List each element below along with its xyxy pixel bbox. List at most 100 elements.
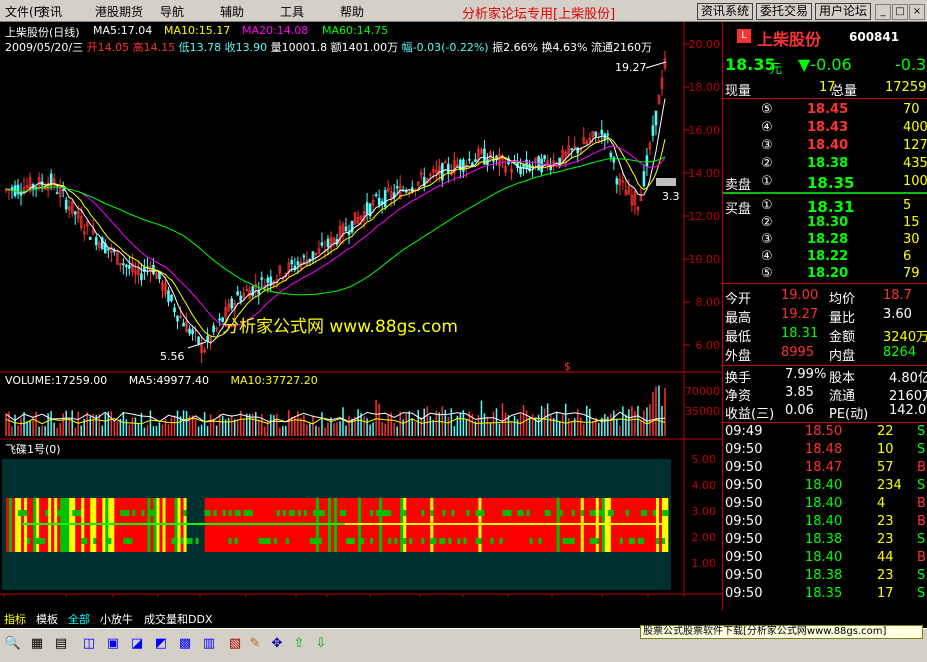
trade-button[interactable]: 委托交易 <box>756 3 813 20</box>
indicator-mark <box>478 538 482 544</box>
ask-row[interactable]: 卖盘 ① 18.35 100 <box>723 174 927 193</box>
minimize-button[interactable]: _ <box>875 4 891 20</box>
tick-price: 18.40 <box>805 478 843 493</box>
ma20-label: MA20:14.08 <box>242 24 309 37</box>
indicator-mark <box>565 538 569 544</box>
candle-body <box>73 211 77 215</box>
indicator-mark <box>421 510 425 516</box>
ma5-label: MA5:17.04 <box>93 24 153 37</box>
pencil-icon[interactable]: ✎ <box>244 633 266 655</box>
menu-help[interactable]: 帮助 <box>340 3 364 20</box>
calendar-icon[interactable]: ▧ <box>224 633 246 655</box>
table-icon[interactable]: ▤ <box>50 633 72 655</box>
indicator-mark <box>282 510 287 516</box>
ask-row[interactable]: ③ 18.40 127 <box>723 138 927 156</box>
high-marker-arrow <box>645 61 667 69</box>
restore-button[interactable]: □ <box>892 4 908 20</box>
candle-body <box>170 294 173 301</box>
stat-row: 收益(三) 0.06 PE(动) 142.0 <box>723 403 927 422</box>
ask-level: ⑤ <box>761 102 773 117</box>
indicator-mark <box>141 510 145 516</box>
indicator-mark <box>24 510 28 516</box>
price-axis-label: 10.00 <box>689 253 721 266</box>
menu-tools[interactable]: 工具 <box>280 3 304 20</box>
indicator-mark <box>421 538 425 544</box>
line-icon[interactable]: ◪ <box>126 633 148 655</box>
indicator-mark <box>631 538 636 544</box>
bar-date: 2009/05/20/三 <box>5 41 84 54</box>
arrow-up-icon[interactable]: ⇧ <box>288 633 310 655</box>
tab-volume-ddx[interactable]: 成交量和DDX <box>142 612 214 628</box>
tick-row: 09:50 18.40 234 S <box>723 478 927 496</box>
bid-price: 18.22 <box>807 249 849 264</box>
news-system-button[interactable]: 资讯系统 <box>697 3 754 20</box>
candle-body <box>522 164 525 168</box>
chart-icon[interactable]: ▦ <box>26 633 48 655</box>
bid-row[interactable]: ④ 18.22 6 <box>723 249 927 267</box>
bid-level: ① <box>761 198 773 213</box>
stat-label: 最低 <box>725 330 752 345</box>
indicator-mark <box>580 510 585 516</box>
indicator-mark <box>457 538 461 544</box>
menu-news[interactable]: 资讯 <box>38 3 62 20</box>
bid-row[interactable]: ② 18.30 15 <box>723 215 927 233</box>
candle-body <box>410 187 414 192</box>
bid-row[interactable]: 买盘 ① 18.31 5 <box>723 198 927 217</box>
indicator-mark <box>333 538 338 544</box>
rsi-icon[interactable]: ▣ <box>102 633 124 655</box>
bar-chart-icon[interactable]: ◫ <box>78 633 100 655</box>
candle-body <box>576 147 580 154</box>
indicator-mark <box>75 510 79 516</box>
bid-price: 18.28 <box>807 232 849 247</box>
tab-xiaofangniu[interactable]: 小放牛 <box>98 612 135 628</box>
close-button[interactable]: × <box>909 4 925 20</box>
compare-icon[interactable]: ◩ <box>150 633 172 655</box>
ask-price: 18.35 <box>807 174 855 192</box>
ask-row[interactable]: ② 18.38 435 <box>723 156 927 174</box>
indicator-mark <box>78 510 82 516</box>
ask-row[interactable]: ④ 18.43 400 <box>723 120 927 138</box>
indicator-mark <box>183 510 187 516</box>
bid-row[interactable]: ③ 18.28 30 <box>723 232 927 250</box>
indicator-mark <box>388 510 392 516</box>
ask-volume: 100 <box>903 174 927 189</box>
ask-price: 18.40 <box>807 138 849 153</box>
bid-row[interactable]: ⑤ 18.20 79 <box>723 266 927 284</box>
calc-icon[interactable]: ▥ <box>198 633 220 655</box>
arrow-down-icon[interactable]: ⇩ <box>310 633 332 655</box>
kline-chart[interactable]: 20.00 18.00 16.00 14.00 12.00 10.00 8.00 6.00 70… <box>0 22 722 597</box>
tab-template[interactable]: 模板 <box>34 612 60 628</box>
ask-level: ② <box>761 156 773 171</box>
indicator-mark <box>508 510 512 516</box>
ask-row[interactable]: ⑤ 18.45 70 <box>723 102 927 120</box>
candle-body <box>365 202 369 214</box>
grid-icon[interactable]: ▩ <box>174 633 196 655</box>
menu-hk-futures[interactable]: 港股期货 <box>95 3 143 20</box>
indicator-mark <box>466 510 470 516</box>
ad-banner[interactable]: 股票公式股票软件下载[分析家公式网www.88gs.com] <box>640 625 923 639</box>
tab-all[interactable]: 全部 <box>66 612 92 628</box>
indicator-mark <box>358 538 362 544</box>
tab-indicator[interactable]: 指标 <box>2 612 28 628</box>
menu-assist[interactable]: 辅助 <box>220 3 244 20</box>
menu-navigate[interactable]: 导航 <box>160 3 184 20</box>
tick-price: 18.40 <box>805 514 843 529</box>
zoom-icon[interactable]: 🔍 <box>2 633 24 655</box>
forum-button[interactable]: 用户论坛 <box>815 3 872 20</box>
tick-volume: 4 <box>877 496 886 511</box>
indicator-mark <box>652 510 657 516</box>
indicator-mark <box>57 510 61 516</box>
stat-row: 最高 19.27 量比 3.60 <box>723 307 927 326</box>
indicator-mark <box>36 538 40 544</box>
indicator-mark <box>33 510 37 516</box>
indicator-mark <box>234 538 238 544</box>
move-icon[interactable]: ✥ <box>266 633 288 655</box>
tick-row: 09:50 18.47 57 B <box>723 460 927 478</box>
bid-volume: 15 <box>903 215 920 230</box>
chart-area[interactable]: 20.00 18.00 16.00 14.00 12.00 10.00 8.00 6.00 70… <box>0 22 722 597</box>
price-change: ▼-0.06 <box>798 55 852 74</box>
ask-label: 卖盘 <box>725 178 752 193</box>
bid-level: ④ <box>761 249 773 264</box>
indicator-mark <box>637 538 642 544</box>
indicator-mark <box>655 538 660 544</box>
